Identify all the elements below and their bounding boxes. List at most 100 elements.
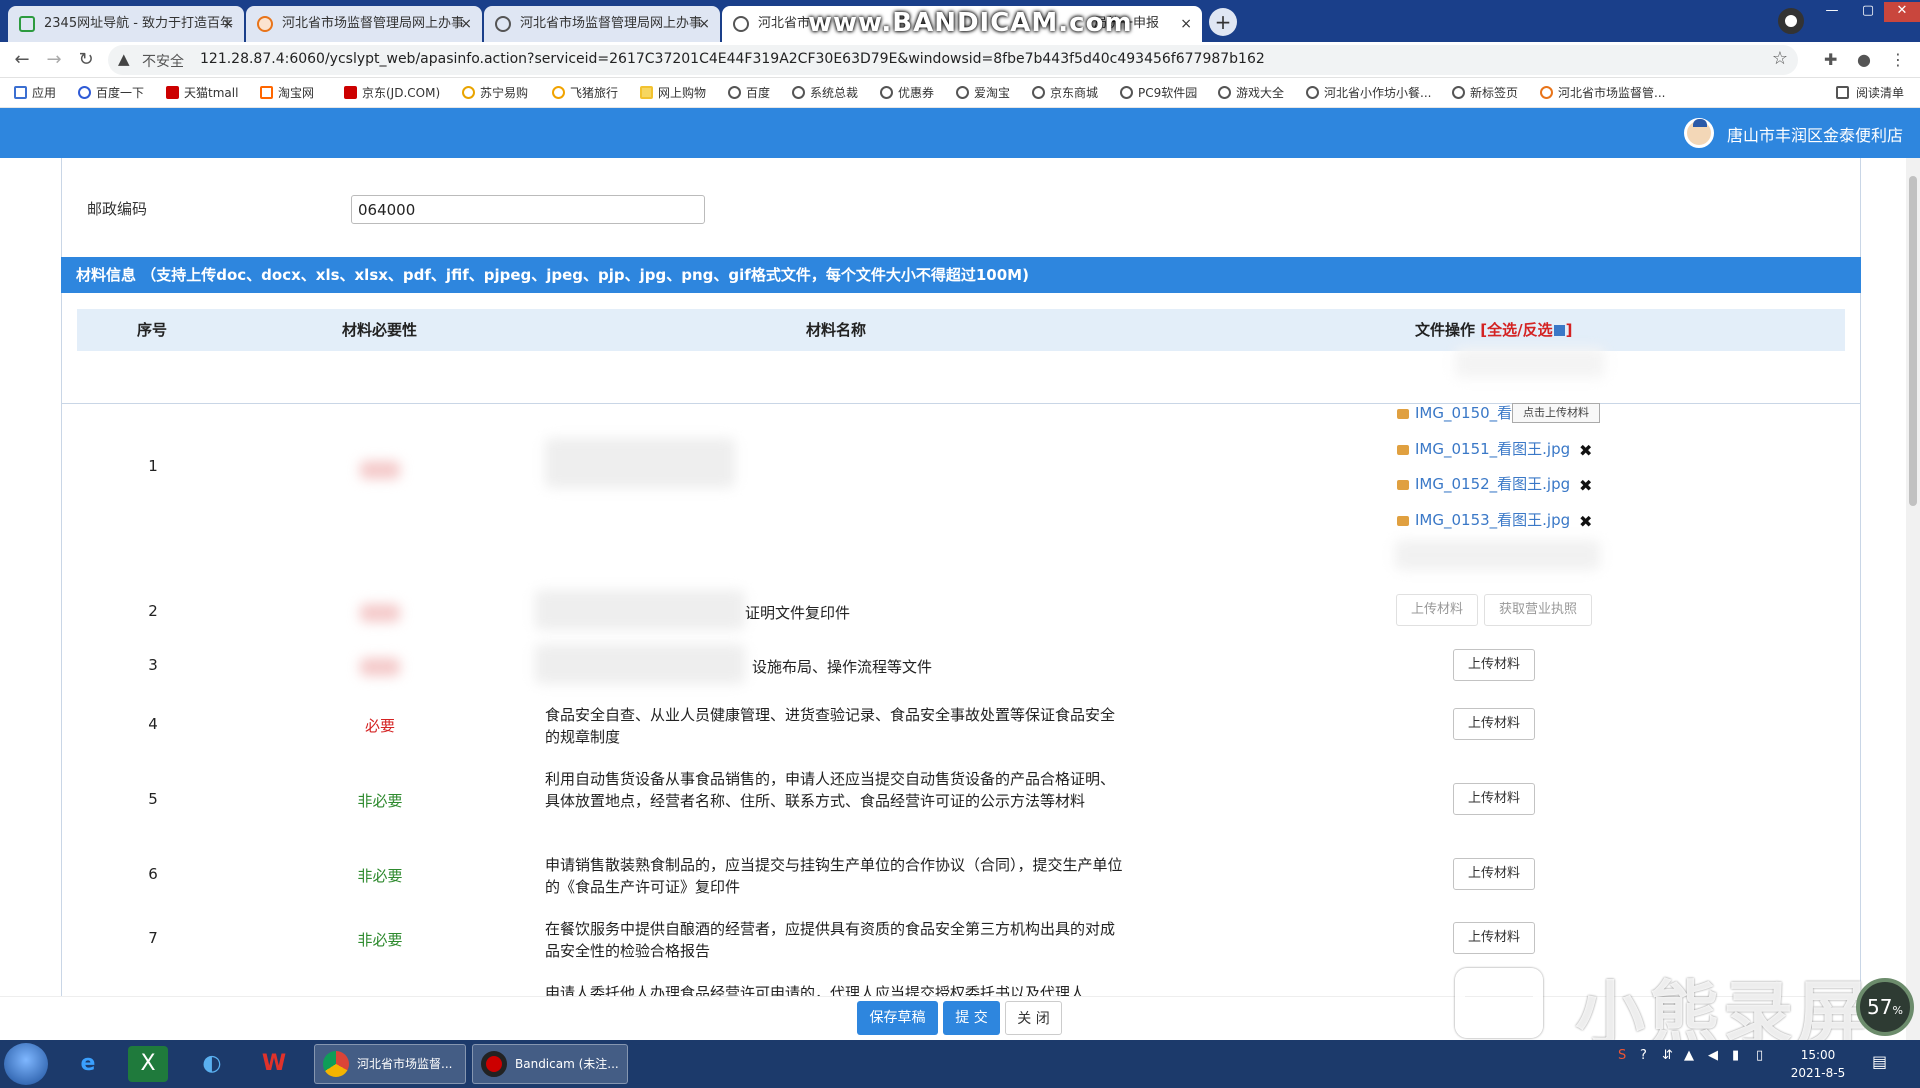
- browser-icon[interactable]: ◐: [192, 1046, 232, 1082]
- recorder-watermark-logo: 小熊录屏: [1455, 960, 1885, 1055]
- upload-button[interactable]: 上传材料: [1453, 708, 1535, 740]
- bookmark-item[interactable]: 河北省小作坊小餐...: [1306, 78, 1431, 108]
- page-scrollbar[interactable]: [1906, 158, 1920, 1040]
- select-all-checkbox-icon[interactable]: [1553, 325, 1565, 336]
- window-close-button[interactable]: ✕: [1884, 2, 1920, 22]
- windows-taskbar: e X ◐ W 河北省市场监督... Bandicam (未注... S ? ⇵…: [0, 1040, 1920, 1088]
- avatar[interactable]: [1684, 118, 1714, 148]
- battery-icon[interactable]: ▯: [1756, 1048, 1763, 1063]
- delete-file-icon[interactable]: ✖: [1579, 512, 1592, 531]
- upload-button[interactable]: 上传材料: [1396, 594, 1478, 626]
- uploaded-file[interactable]: IMG_0153_看图王.jpg: [1397, 509, 1570, 530]
- signal-icon[interactable]: ▮: [1732, 1048, 1739, 1063]
- new-tab-button[interactable]: +: [1209, 8, 1237, 36]
- record-icon: [481, 1051, 507, 1077]
- tab-close-icon[interactable]: ×: [1180, 6, 1192, 42]
- bookmark-item[interactable]: 优惠券: [880, 78, 934, 108]
- upload-button[interactable]: 上传材料: [1453, 922, 1535, 954]
- ime-icon[interactable]: S: [1618, 1048, 1626, 1063]
- bookmark-item[interactable]: 淘宝网: [260, 78, 314, 108]
- menu-icon[interactable]: ⋮: [1890, 50, 1906, 69]
- save-draft-button[interactable]: 保存草稿: [857, 1001, 938, 1035]
- bookmark-item[interactable]: 百度一下: [78, 78, 144, 108]
- browser-tab[interactable]: 河北省市场监督管理局网上办事 ×: [246, 6, 482, 42]
- taskbar-app-bandicam[interactable]: Bandicam (未注...: [472, 1044, 628, 1084]
- bookmark-item[interactable]: 河北省市场监督管...: [1540, 78, 1665, 108]
- account-icon[interactable]: ●: [1857, 50, 1871, 69]
- chrome-icon: [323, 1051, 349, 1077]
- clock[interactable]: 15:00 2021-8-5: [1788, 1046, 1848, 1082]
- uploaded-file[interactable]: IMG_0152_看图王.jpg: [1397, 473, 1570, 494]
- upload-button[interactable]: 上传材料: [1453, 649, 1535, 681]
- ie-icon[interactable]: e: [68, 1046, 108, 1082]
- notification-icon[interactable]: ▤: [1872, 1052, 1887, 1071]
- postal-code-input[interactable]: [351, 195, 705, 224]
- row-index: 6: [148, 865, 158, 883]
- minimize-button[interactable]: —: [1814, 2, 1850, 22]
- select-all-toggle[interactable]: [全选/反选: [1480, 321, 1552, 339]
- upload-button[interactable]: 上传材料: [1453, 858, 1535, 890]
- file-icon: [1397, 408, 1409, 419]
- tab-close-icon[interactable]: ×: [460, 6, 472, 42]
- address-bar[interactable]: ▲ 不安全 121.28.87.4:6060/ycslypt_web/apasi…: [108, 45, 1798, 75]
- bookmark-item[interactable]: 百度: [728, 78, 770, 108]
- delete-file-icon[interactable]: ✖: [1579, 476, 1592, 495]
- bookmark-item[interactable]: PC9软件园: [1120, 78, 1197, 108]
- reading-list[interactable]: 阅读清单: [1836, 78, 1904, 108]
- start-button[interactable]: [4, 1043, 48, 1085]
- site-favicon-icon: [19, 16, 35, 32]
- taobao-icon: [260, 86, 273, 99]
- material-name: 申请人委托他人办理食品经营许可申请的，代理人应当提交授权委托书以及代理人: [545, 984, 1086, 996]
- help-icon[interactable]: ?: [1640, 1048, 1647, 1063]
- profile-icon[interactable]: [1778, 8, 1804, 34]
- bookmark-item[interactable]: 系统总裁: [792, 78, 858, 108]
- wps-icon[interactable]: W: [254, 1046, 294, 1082]
- bookmark-item[interactable]: 京东商城: [1032, 78, 1098, 108]
- redacted-necessity: [360, 461, 400, 479]
- bookmark-item[interactable]: 飞猪旅行: [552, 78, 618, 108]
- bookmark-folder[interactable]: 网上购物: [640, 78, 706, 108]
- submit-button[interactable]: 提 交: [943, 1001, 1000, 1035]
- excel-icon[interactable]: X: [128, 1046, 168, 1082]
- get-license-button[interactable]: 获取营业执照: [1484, 594, 1592, 626]
- bookmark-item[interactable]: 京东(JD.COM): [344, 78, 440, 108]
- back-icon[interactable]: ←: [8, 46, 36, 74]
- bookmark-item[interactable]: 游戏大全: [1218, 78, 1284, 108]
- reload-icon[interactable]: ↻: [72, 46, 100, 74]
- tab-close-icon[interactable]: ×: [698, 6, 710, 42]
- redacted-material-name: [535, 590, 745, 630]
- bookmark-item[interactable]: 苏宁易购: [462, 78, 528, 108]
- tab-title: 河北省市场监督管理局网上办事: [282, 16, 465, 31]
- show-hidden-icon[interactable]: ▲: [1684, 1048, 1694, 1063]
- maximize-button[interactable]: ▢: [1850, 2, 1886, 22]
- bookmark-item[interactable]: 天猫tmall: [166, 78, 238, 108]
- bookmark-star-icon[interactable]: ☆: [1772, 48, 1788, 69]
- delete-file-icon[interactable]: ✖: [1579, 441, 1592, 460]
- forward-icon[interactable]: →: [40, 46, 68, 74]
- bookmarks-bar: 应用 百度一下 天猫tmall 淘宝网 京东(JD.COM) 苏宁易购 飞猪旅行…: [0, 78, 1920, 108]
- browser-tab[interactable]: 河北省市场监督管理局网上办事 ×: [484, 6, 720, 42]
- material-name: 在餐饮服务中提供自酿酒的经营者，应提供具有资质的食品安全第三方机构出具的对成品安…: [545, 920, 1116, 960]
- browser-tab[interactable]: 2345网址导航 - 致力于打造百年 ×: [8, 6, 244, 42]
- uploaded-file[interactable]: IMG_0150_看: [1397, 402, 1512, 423]
- redacted-material-name: [545, 438, 735, 488]
- close-button[interactable]: 关 闭: [1005, 1001, 1062, 1035]
- bookmark-item[interactable]: 新标签页: [1452, 78, 1518, 108]
- tab-close-icon[interactable]: ×: [222, 6, 234, 42]
- bookmark-item[interactable]: 爱淘宝: [956, 78, 1010, 108]
- network-tray-icon[interactable]: ⇵: [1662, 1048, 1673, 1063]
- extensions-icon[interactable]: ✚: [1824, 50, 1837, 69]
- scrollbar-thumb[interactable]: [1909, 176, 1917, 506]
- bookmark-apps[interactable]: 应用: [14, 78, 56, 108]
- row-index: 3: [148, 656, 158, 674]
- volume-mute-icon[interactable]: ◀: [1708, 1048, 1718, 1063]
- taskbar-app-chrome[interactable]: 河北省市场监督...: [314, 1044, 466, 1084]
- postal-code-label: 邮政编码: [87, 200, 148, 218]
- uploaded-file[interactable]: IMG_0151_看图王.jpg: [1397, 438, 1570, 459]
- user-name[interactable]: 唐山市丰润区金泰便利店: [1727, 122, 1903, 146]
- security-label[interactable]: 不安全: [142, 51, 184, 71]
- col-name: 材料名称: [806, 321, 867, 339]
- globe-icon: [956, 86, 969, 99]
- upload-button[interactable]: 上传材料: [1453, 783, 1535, 815]
- url-text[interactable]: 121.28.87.4:6060/ycslypt_web/apasinfo.ac…: [200, 51, 1265, 67]
